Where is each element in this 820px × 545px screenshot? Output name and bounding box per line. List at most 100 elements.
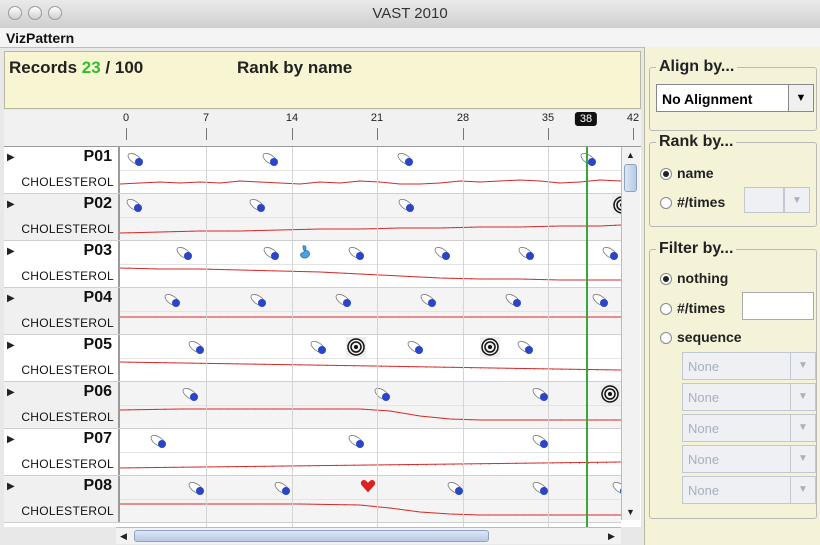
patient-row[interactable]: ▶ P08 CHOLESTEROL (4, 476, 628, 523)
medication-pill-icon[interactable] (600, 245, 620, 261)
filter-sequence-radio[interactable]: sequence (660, 329, 742, 345)
row-label: ▶ P03 CHOLESTEROL (4, 241, 120, 287)
medication-pill-icon[interactable] (516, 245, 536, 261)
filter-nothing-radio[interactable]: nothing (660, 270, 728, 286)
medication-pill-icon[interactable] (247, 197, 267, 213)
patient-row[interactable]: ▶ P01 CHOLESTEROL (4, 147, 622, 194)
medication-pill-icon[interactable] (530, 480, 550, 496)
dropdown-arrow-icon[interactable]: ▼ (790, 415, 815, 441)
sequence-select[interactable]: None ▼ (682, 414, 816, 442)
rank-times-dropdown-icon[interactable]: ▼ (784, 187, 810, 213)
radio-selected-icon[interactable] (660, 273, 672, 285)
dropdown-arrow-icon[interactable]: ▼ (790, 384, 815, 410)
spiral-event-icon[interactable] (346, 337, 366, 357)
medication-pill-icon[interactable] (272, 480, 292, 496)
expand-triangle-icon[interactable]: ▶ (7, 293, 15, 304)
patient-row[interactable]: ▶ P03 CHOLESTEROL (4, 241, 622, 288)
medication-pill-icon[interactable] (180, 386, 200, 402)
axis-tick-line (126, 128, 127, 140)
expand-triangle-icon[interactable]: ▶ (7, 434, 15, 445)
event-timeline[interactable] (119, 429, 622, 475)
medication-pill-icon[interactable] (590, 292, 610, 308)
dropdown-arrow-icon[interactable]: ▼ (790, 477, 815, 503)
patient-row[interactable]: ▶ P02 CHOLESTEROL (4, 194, 632, 241)
medication-pill-icon[interactable] (503, 292, 523, 308)
medication-pill-icon[interactable] (445, 480, 465, 496)
medication-pill-icon[interactable] (186, 480, 206, 496)
expand-triangle-icon[interactable]: ▶ (7, 152, 15, 163)
dropdown-arrow-icon[interactable]: ▼ (788, 85, 813, 111)
expand-triangle-icon[interactable]: ▶ (7, 387, 15, 398)
patient-row[interactable]: ▶ P06 CHOLESTEROL (4, 382, 622, 429)
medication-pill-icon[interactable] (515, 339, 535, 355)
rank-times-field[interactable] (744, 187, 784, 213)
radio-empty-icon[interactable] (660, 303, 672, 315)
spiral-event-icon[interactable] (600, 384, 620, 404)
rank-times-radio[interactable]: #/times (660, 194, 725, 210)
app-menu[interactable]: VizPattern (6, 30, 74, 46)
scroll-left-arrow-icon[interactable]: ◀ (120, 531, 127, 542)
dropdown-arrow-icon[interactable]: ▼ (790, 353, 815, 379)
radio-selected-icon[interactable] (660, 168, 672, 180)
event-timeline[interactable] (119, 241, 622, 287)
medication-pill-icon[interactable] (125, 151, 145, 167)
medication-pill-icon[interactable] (333, 292, 353, 308)
event-timeline[interactable] (119, 194, 632, 240)
stomach-event-icon[interactable] (295, 244, 315, 260)
scroll-up-arrow-icon[interactable]: ▲ (626, 150, 635, 160)
patient-row[interactable]: ▶ P07 CHOLESTEROL (4, 429, 622, 476)
event-timeline[interactable] (119, 335, 622, 381)
filter-times-field[interactable] (742, 292, 814, 320)
rank-name-radio[interactable]: name (660, 165, 714, 181)
medication-pill-icon[interactable] (148, 433, 168, 449)
medication-pill-icon[interactable] (174, 245, 194, 261)
medication-pill-icon[interactable] (530, 433, 550, 449)
medication-pill-icon[interactable] (405, 339, 425, 355)
expand-triangle-icon[interactable]: ▶ (7, 246, 15, 257)
medication-pill-icon[interactable] (396, 197, 416, 213)
horizontal-scrollbar[interactable]: ◀ ▶ (116, 527, 621, 544)
medication-pill-icon[interactable] (372, 386, 392, 402)
expand-triangle-icon[interactable]: ▶ (7, 340, 15, 351)
vertical-scrollbar[interactable]: ▲ ▼ (621, 147, 640, 520)
sequence-select[interactable]: None ▼ (682, 476, 816, 504)
scroll-down-arrow-icon[interactable]: ▼ (626, 507, 635, 517)
horizontal-scroll-thumb[interactable] (134, 530, 489, 542)
heart-event-icon[interactable] (358, 478, 378, 494)
filter-times-radio[interactable]: #/times (660, 300, 725, 316)
medication-pill-icon[interactable] (261, 245, 281, 261)
expand-triangle-icon[interactable]: ▶ (7, 199, 15, 210)
spiral-event-icon[interactable] (480, 337, 500, 357)
patient-row[interactable]: ▶ P05 CHOLESTEROL (4, 335, 622, 382)
sequence-select[interactable]: None ▼ (682, 383, 816, 411)
sequence-select[interactable]: None ▼ (682, 352, 816, 380)
radio-empty-icon[interactable] (660, 197, 672, 209)
medication-pill-icon[interactable] (530, 386, 550, 402)
event-timeline[interactable] (119, 476, 628, 522)
medication-pill-icon[interactable] (248, 292, 268, 308)
medication-pill-icon[interactable] (432, 245, 452, 261)
medication-pill-icon[interactable] (418, 292, 438, 308)
medication-pill-icon[interactable] (308, 339, 328, 355)
current-time-marker[interactable]: 38 (574, 112, 598, 126)
event-timeline[interactable] (119, 382, 622, 428)
medication-pill-icon[interactable] (346, 433, 366, 449)
scroll-right-arrow-icon[interactable]: ▶ (608, 531, 615, 542)
patient-row[interactable]: ▶ P04 CHOLESTEROL (4, 288, 622, 335)
dropdown-arrow-icon[interactable]: ▼ (790, 446, 815, 472)
medication-pill-icon[interactable] (162, 292, 182, 308)
radio-empty-icon[interactable] (660, 332, 672, 344)
medication-pill-icon[interactable] (578, 151, 598, 167)
medication-pill-icon[interactable] (186, 339, 206, 355)
medication-pill-icon[interactable] (395, 151, 415, 167)
expand-triangle-icon[interactable]: ▶ (7, 481, 15, 492)
sequence-select[interactable]: None ▼ (682, 445, 816, 473)
event-timeline[interactable] (119, 147, 622, 193)
event-timeline[interactable] (119, 288, 622, 334)
medication-pill-icon[interactable] (346, 245, 366, 261)
medication-pill-icon[interactable] (124, 197, 144, 213)
medication-pill-icon[interactable] (260, 151, 280, 167)
alignment-select[interactable]: No Alignment ▼ (656, 84, 814, 112)
current-time-line[interactable] (586, 147, 588, 527)
vertical-scroll-thumb[interactable] (624, 164, 637, 192)
